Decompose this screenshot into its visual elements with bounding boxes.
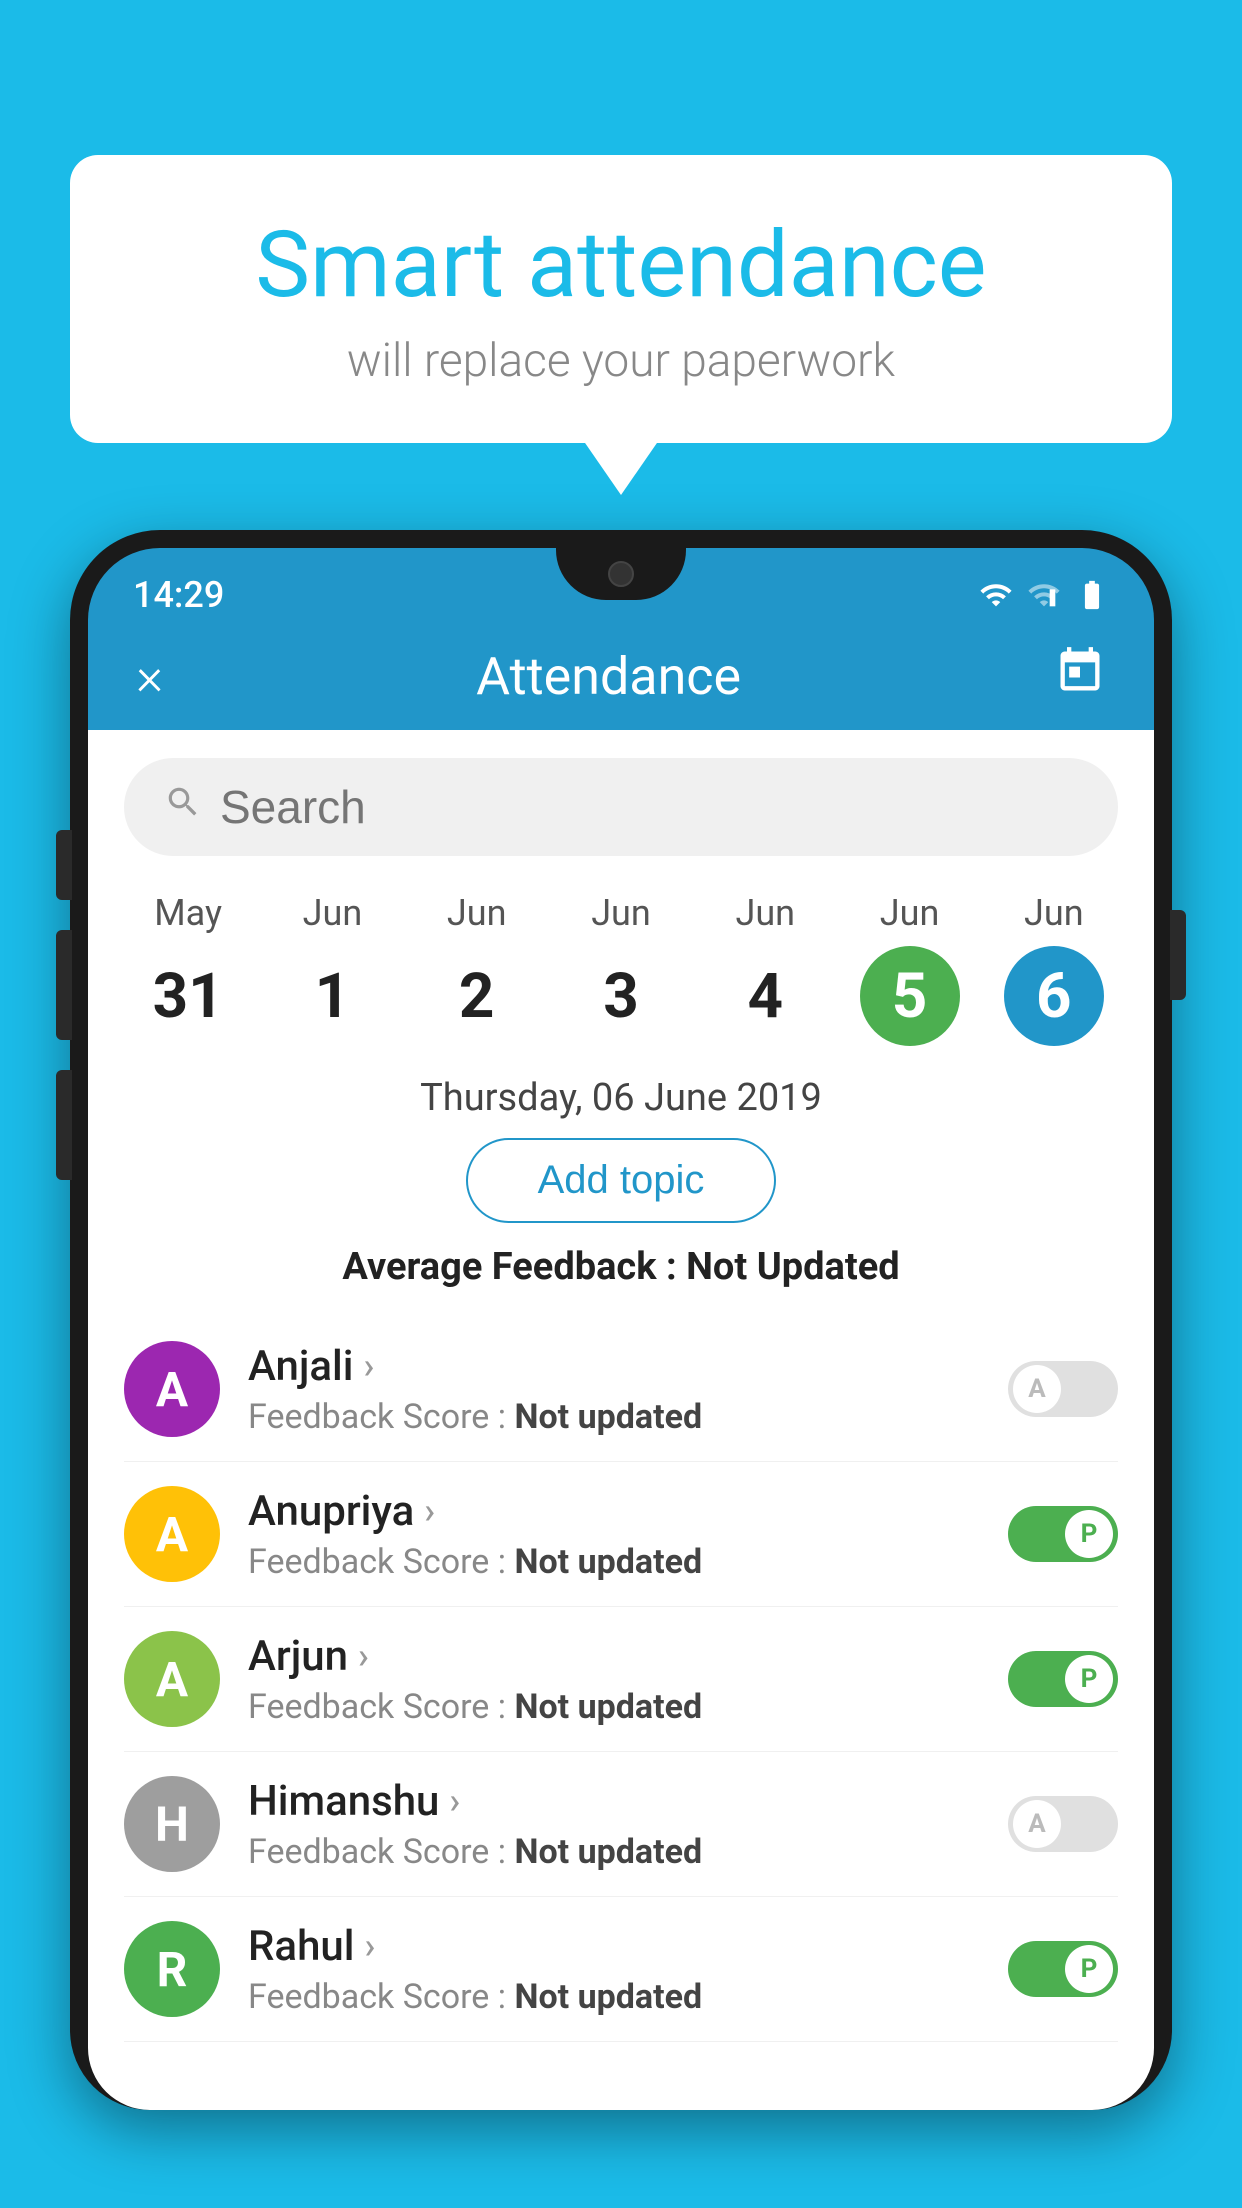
student-feedback: Feedback Score : Not updated	[248, 1397, 980, 1437]
student-name: Rahul ›	[248, 1922, 980, 1971]
student-name: Anupriya ›	[248, 1487, 980, 1536]
attendance-toggle[interactable]: A	[1008, 1796, 1118, 1852]
avg-feedback-label: Average Feedback :	[342, 1245, 686, 1289]
attendance-toggle[interactable]: P	[1008, 1941, 1118, 1997]
calendar-day[interactable]: May 31	[138, 892, 238, 1046]
cal-day-number: 1	[282, 946, 382, 1046]
attendance-toggle-wrap[interactable]: A	[1008, 1361, 1118, 1417]
volume-down-button	[56, 930, 72, 1040]
calendar-day[interactable]: Jun 6	[1004, 892, 1104, 1046]
calendar-day[interactable]: Jun 3	[571, 892, 671, 1046]
cal-month-label: Jun	[1024, 892, 1084, 934]
search-bar[interactable]	[124, 758, 1118, 856]
cal-month-label: Jun	[735, 892, 795, 934]
phone-notch	[556, 548, 686, 600]
attendance-toggle[interactable]: P	[1008, 1651, 1118, 1707]
student-list: AAnjali ›Feedback Score : Not updatedAAA…	[88, 1317, 1154, 2042]
status-bar: 14:29	[88, 548, 1154, 623]
calendar-day[interactable]: Jun 4	[715, 892, 815, 1046]
search-icon	[164, 783, 202, 831]
silent-button	[56, 1070, 72, 1180]
cal-day-number: 3	[571, 946, 671, 1046]
cal-month-label: May	[154, 892, 222, 934]
toggle-knob: P	[1065, 1510, 1113, 1558]
search-input[interactable]	[220, 780, 1078, 834]
calendar-strip: May 31 Jun 1 Jun 2 Jun 3 Jun 4 Jun 5 Jun 6	[88, 884, 1154, 1046]
cal-day-number: 5	[860, 946, 960, 1046]
attendance-toggle-wrap[interactable]: A	[1008, 1796, 1118, 1852]
phone-outer: 14:29	[70, 530, 1172, 2110]
student-item[interactable]: A Anupriya › Feedback Score : Not updated P	[124, 1462, 1118, 1607]
attendance-toggle[interactable]: P	[1008, 1506, 1118, 1562]
student-item[interactable]: H Himanshu › Feedback Score : Not updated A	[124, 1752, 1118, 1897]
avg-feedback-value: Not Updated	[686, 1245, 900, 1289]
speech-bubble-container: Smart attendance will replace your paper…	[70, 155, 1172, 443]
wifi-icon	[979, 578, 1013, 612]
student-item[interactable]: A Anjali › Feedback Score : Not updated A	[124, 1317, 1118, 1462]
phone-time: 14:29	[133, 574, 224, 616]
avatar: A	[124, 1631, 220, 1727]
cal-day-number: 31	[138, 946, 238, 1046]
attendance-toggle-wrap[interactable]: P	[1008, 1941, 1118, 1997]
chevron-right-icon: ›	[424, 1490, 435, 1532]
student-feedback: Feedback Score : Not updated	[248, 1977, 980, 2017]
student-name: Himanshu ›	[248, 1777, 980, 1826]
chevron-right-icon: ›	[363, 1345, 374, 1387]
status-icons	[979, 578, 1109, 612]
toggle-knob: A	[1013, 1365, 1061, 1413]
student-feedback: Feedback Score : Not updated	[248, 1542, 980, 1582]
signal-icon	[1027, 578, 1061, 612]
hero-title: Smart attendance	[130, 215, 1112, 316]
selected-date: Thursday, 06 June 2019	[88, 1076, 1154, 1120]
app-content: × Attendance May 31 Jun 1 Jun 2 Jun 3 Jun 4	[88, 623, 1154, 2110]
avatar: R	[124, 1921, 220, 2017]
chevron-right-icon: ›	[364, 1925, 375, 1967]
chevron-right-icon: ›	[449, 1780, 460, 1822]
cal-month-label: Jun	[880, 892, 940, 934]
student-info: Himanshu › Feedback Score : Not updated	[248, 1777, 980, 1872]
cal-month-label: Jun	[591, 892, 651, 934]
cal-day-number: 6	[1004, 946, 1104, 1046]
student-info: Anjali › Feedback Score : Not updated	[248, 1342, 980, 1437]
cal-day-number: 2	[427, 946, 527, 1046]
speech-bubble: Smart attendance will replace your paper…	[70, 155, 1172, 443]
phone-frame: 14:29	[70, 530, 1172, 2208]
student-item[interactable]: A Arjun › Feedback Score : Not updated P	[124, 1607, 1118, 1752]
student-feedback: Feedback Score : Not updated	[248, 1687, 980, 1727]
app-title: Attendance	[476, 646, 741, 707]
cal-day-number: 4	[715, 946, 815, 1046]
avatar: A	[124, 1341, 220, 1437]
calendar-day[interactable]: Jun 1	[282, 892, 382, 1046]
student-name: Arjun ›	[248, 1632, 980, 1681]
student-info: Rahul › Feedback Score : Not updated	[248, 1922, 980, 2017]
toggle-knob: A	[1013, 1800, 1061, 1848]
attendance-toggle-wrap[interactable]: P	[1008, 1506, 1118, 1562]
front-camera	[608, 561, 634, 587]
toggle-knob: P	[1065, 1945, 1113, 1993]
student-info: Arjun › Feedback Score : Not updated	[248, 1632, 980, 1727]
hero-subtitle: will replace your paperwork	[130, 334, 1112, 388]
avg-feedback: Average Feedback : Not Updated	[88, 1245, 1154, 1289]
close-button[interactable]: ×	[136, 651, 163, 703]
avatar: H	[124, 1776, 220, 1872]
student-info: Anupriya › Feedback Score : Not updated	[248, 1487, 980, 1582]
student-feedback: Feedback Score : Not updated	[248, 1832, 980, 1872]
student-name: Anjali ›	[248, 1342, 980, 1391]
cal-month-label: Jun	[447, 892, 507, 934]
avatar: A	[124, 1486, 220, 1582]
calendar-day[interactable]: Jun 2	[427, 892, 527, 1046]
power-button	[1170, 910, 1186, 1000]
app-header: × Attendance	[88, 623, 1154, 730]
toggle-knob: P	[1065, 1655, 1113, 1703]
attendance-toggle[interactable]: A	[1008, 1361, 1118, 1417]
calendar-day[interactable]: Jun 5	[860, 892, 960, 1046]
calendar-icon[interactable]	[1054, 645, 1106, 708]
add-topic-button[interactable]: Add topic	[466, 1138, 777, 1223]
cal-month-label: Jun	[303, 892, 363, 934]
volume-up-button	[56, 830, 72, 900]
attendance-toggle-wrap[interactable]: P	[1008, 1651, 1118, 1707]
student-item[interactable]: R Rahul › Feedback Score : Not updated P	[124, 1897, 1118, 2042]
chevron-right-icon: ›	[358, 1635, 369, 1677]
battery-icon	[1075, 578, 1109, 612]
